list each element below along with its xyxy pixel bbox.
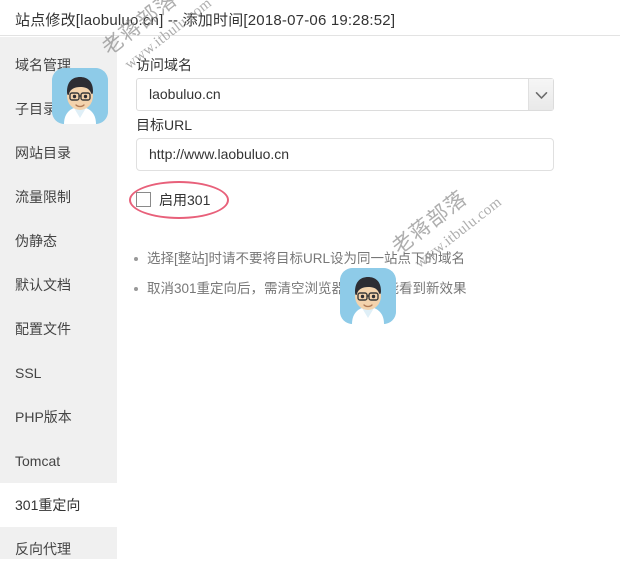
sidebar-item-label: 301重定向 — [15, 497, 81, 513]
sidebar-item-php-version[interactable]: PHP版本 — [0, 395, 117, 439]
sidebar-item-label: 默认文档 — [15, 277, 71, 293]
target-url-value: http://www.laobuluo.cn — [149, 146, 290, 162]
sidebar-item-label: 子目录 — [15, 101, 57, 117]
domain-select[interactable]: laobuluo.cn — [136, 78, 554, 111]
window-titlebar: 站点修改[laobuluo.cn] -- 添加时间[2018-07-06 19:… — [0, 0, 620, 36]
domain-field-label: 访问域名 — [136, 57, 192, 73]
sidebar-item-label: SSL — [15, 365, 42, 381]
sidebar-item-label: Tomcat — [15, 453, 61, 469]
enable-301-checkbox[interactable] — [136, 192, 151, 207]
sidebar-item-ssl[interactable]: SSL — [0, 351, 117, 395]
sidebar-item-301-redirect[interactable]: 301重定向 — [0, 483, 117, 527]
sidebar-item-config-file[interactable]: 配置文件 — [0, 307, 117, 351]
sidebar-item-label: 伪静态 — [15, 233, 57, 249]
watermark-avatar-bottom — [340, 268, 396, 324]
watermark-avatar-top — [52, 68, 108, 124]
sidebar-item-traffic-limit[interactable]: 流量限制 — [0, 175, 117, 219]
domain-select-value: laobuluo.cn — [149, 86, 221, 102]
sidebar-item-label: 反向代理 — [15, 541, 71, 557]
sidebar-item-label: 配置文件 — [15, 321, 71, 337]
sidebar-item-rewrite[interactable]: 伪静态 — [0, 219, 117, 263]
sidebar-item-label: PHP版本 — [15, 409, 72, 425]
sidebar-item-site-directory[interactable]: 网站目录 — [0, 131, 117, 175]
target-url-field-label: 目标URL — [136, 117, 193, 133]
target-url-input[interactable]: http://www.laobuluo.cn — [136, 138, 554, 171]
sidebar-item-label: 流量限制 — [15, 189, 71, 205]
sidebar-item-reverse-proxy[interactable]: 反向代理 — [0, 527, 117, 571]
chevron-down-icon[interactable] — [528, 79, 553, 110]
sidebar-item-label: 网站目录 — [15, 145, 71, 161]
page-title: 站点修改[laobuluo.cn] -- 添加时间[2018-07-06 19:… — [15, 12, 396, 29]
sidebar-item-tomcat[interactable]: Tomcat — [0, 439, 117, 483]
enable-301-label: 启用301 — [159, 192, 211, 208]
sidebar-item-default-document[interactable]: 默认文档 — [0, 263, 117, 307]
